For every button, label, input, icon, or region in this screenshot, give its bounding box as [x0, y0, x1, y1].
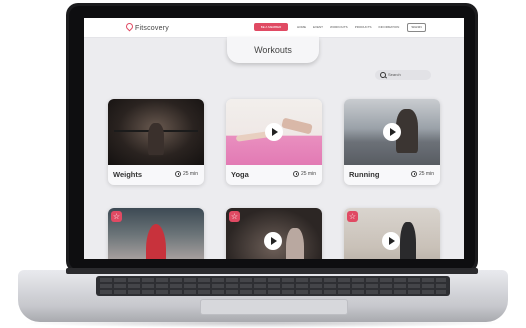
workout-duration: 25 min	[292, 171, 316, 177]
workout-thumbnail	[226, 99, 322, 165]
clock-icon	[174, 171, 181, 177]
laptop-hinge	[66, 268, 478, 274]
star-icon[interactable]: ☆	[111, 211, 122, 222]
nav-item-home[interactable]: HOME	[297, 25, 306, 29]
laptop-trackpad	[200, 299, 348, 315]
nav-item-event[interactable]: EVENT	[313, 25, 323, 29]
workout-thumbnail	[226, 208, 322, 259]
play-icon[interactable]	[383, 123, 401, 141]
laptop-screen: Fitscovery BE A MEMBER HOME EVENT WORKOU…	[84, 18, 464, 259]
clock-icon	[410, 171, 417, 177]
search-icon	[380, 72, 386, 78]
signin-button[interactable]: SIGNIN	[407, 23, 426, 32]
location-pin-icon	[124, 21, 135, 32]
workout-card-weights[interactable]: Weights 25 min	[108, 99, 204, 185]
workout-thumbnail	[108, 208, 204, 259]
brand-logo[interactable]: Fitscovery	[124, 21, 169, 32]
star-icon[interactable]: ☆	[347, 211, 358, 222]
page-title: Workouts	[254, 45, 292, 55]
clock-icon	[292, 171, 299, 177]
workout-thumbnail	[344, 99, 440, 165]
workout-card-running[interactable]: Running 25 min	[344, 99, 440, 185]
workout-card-yoga[interactable]: Yoga 25 min	[226, 99, 322, 185]
play-icon[interactable]	[264, 232, 282, 250]
workout-card[interactable]: ☆	[344, 208, 440, 259]
nav-item-workouts[interactable]: WORKOUTS	[330, 25, 348, 29]
workout-name: Yoga	[231, 170, 249, 179]
workout-thumbnail	[108, 99, 204, 165]
top-navbar: Fitscovery BE A MEMBER HOME EVENT WORKOU…	[84, 18, 464, 38]
workout-duration: 25 min	[410, 171, 434, 177]
page-title-tab: Workouts	[227, 37, 319, 63]
laptop-keyboard	[96, 276, 450, 296]
nav-menu: HOME EVENT WORKOUTS PRODUCTS INFORMATION	[297, 25, 399, 29]
nav-item-products[interactable]: PRODUCTS	[355, 25, 372, 29]
nav-item-information[interactable]: INFORMATION	[379, 25, 400, 29]
star-icon[interactable]: ☆	[229, 211, 240, 222]
workout-name: Running	[349, 170, 380, 179]
brand-name: Fitscovery	[135, 25, 169, 32]
search-placeholder: Search	[388, 72, 401, 77]
workout-name: Weights	[113, 170, 143, 179]
search-input[interactable]: Search	[375, 70, 431, 80]
workout-duration: 25 min	[174, 171, 198, 177]
workout-card[interactable]: ☆	[108, 208, 204, 259]
play-icon[interactable]	[265, 123, 283, 141]
workout-card[interactable]: ☆	[226, 208, 322, 259]
play-icon[interactable]	[382, 232, 400, 250]
be-a-member-button[interactable]: BE A MEMBER	[254, 23, 288, 31]
workout-thumbnail	[344, 208, 440, 259]
